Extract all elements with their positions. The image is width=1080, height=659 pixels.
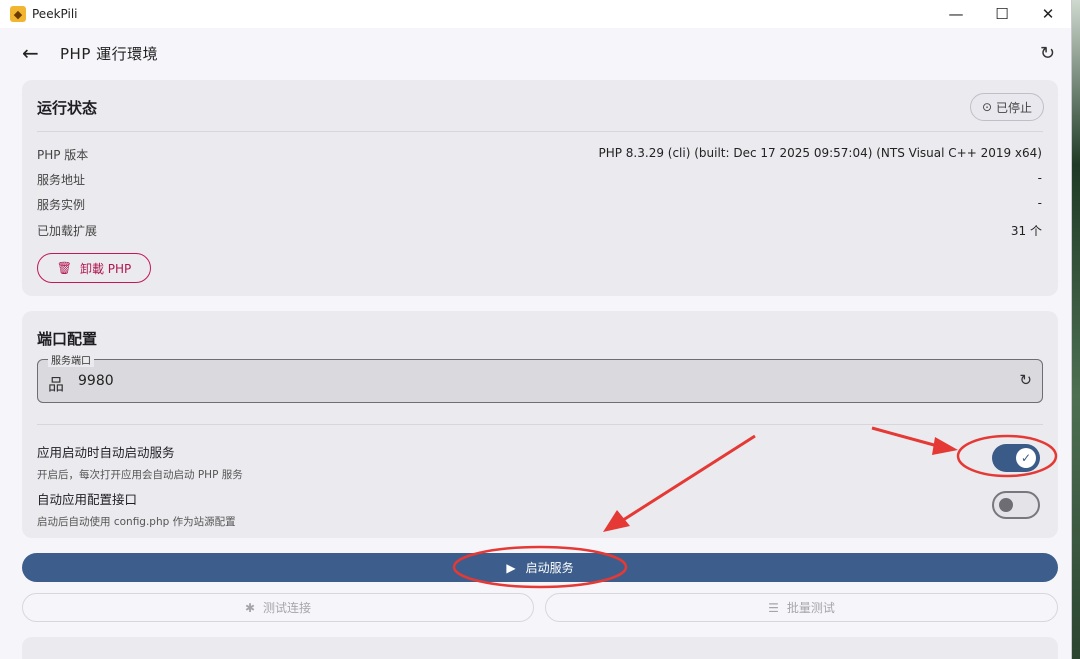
auto-start-setting: 应用启动时自动启动服务 开启后，每次打开应用会自动启动 PHP 服务 [37,442,243,482]
maximize-button[interactable]: ☐ [979,0,1025,28]
page-title: PHP 運行環境 [60,44,159,63]
setting-desc: 开启后，每次打开应用会自动启动 PHP 服务 [37,469,243,481]
uninstall-label: 卸載 PHP [79,261,132,276]
batch-label: 批量测试 [786,601,835,615]
port-input-value[interactable]: 9980 [78,373,114,389]
minimize-button[interactable]: — [933,0,979,28]
app-window: ◆ PeekPili — ☐ ✕ ← PHP 運行環境 ↻ 运行状态 ⊙ 已停止… [0,0,1072,659]
setting-title: 自动应用配置接口 [37,492,138,507]
port-field-label: 服务端口 [48,352,94,367]
toggle-knob [999,498,1013,512]
test-label: 测试连接 [263,601,312,615]
status-badge: ⊙ 已停止 [970,93,1044,121]
reset-port-icon[interactable]: ↻ [1019,371,1032,389]
info-label: PHP 版本 [37,148,89,162]
info-label: 已加载扩展 [37,224,98,238]
trash-icon: 🗑 [56,261,72,275]
play-icon: ▶ [506,560,516,575]
next-card-partial [22,637,1058,659]
info-value: - [1037,171,1042,185]
auto-config-toggle[interactable] [992,491,1040,519]
start-service-button[interactable]: ▶ 启动服务 [22,553,1058,582]
info-label: 服务地址 [37,173,86,187]
info-row-address: 服务地址 - [37,171,1042,188]
app-logo-icon: ◆ [10,6,26,22]
setting-title: 应用启动时自动启动服务 [37,445,175,460]
status-badge-label: 已停止 [996,100,1033,115]
auto-start-toggle[interactable]: ✓ [992,444,1040,472]
desktop-background [1072,0,1080,659]
info-value: PHP 8.3.29 (cli) (built: Dec 17 2025 09:… [598,146,1042,160]
port-card-title: 端口配置 [37,330,98,348]
test-connection-button[interactable]: ✱ 测试连接 [22,593,534,622]
app-title: PeekPili [32,7,78,21]
info-row-instance: 服务实例 - [37,196,1042,213]
info-value: 31 个 [1010,224,1042,238]
back-arrow-icon[interactable]: ← [22,41,46,65]
divider [37,131,1043,132]
refresh-icon[interactable]: ↻ [1040,43,1055,64]
info-row-php-version: PHP 版本 PHP 8.3.29 (cli) (built: Dec 17 2… [37,146,1042,163]
window-controls: — ☐ ✕ [933,0,1071,28]
close-button[interactable]: ✕ [1025,0,1071,28]
status-card-title: 运行状态 [37,99,98,117]
auto-config-setting: 自动应用配置接口 启动后自动使用 config.php 作为站源配置 [37,489,236,529]
divider [37,424,1043,425]
port-config-card: 端口配置 服务端口 品 9980 ↻ 应用启动时自动启动服务 开启后，每次打开应… [22,311,1058,538]
batch-test-button[interactable]: ☰ 批量测试 [545,593,1058,622]
status-card: 运行状态 ⊙ 已停止 PHP 版本 PHP 8.3.29 (cli) (buil… [22,80,1058,296]
network-icon: 品 [48,375,65,394]
bug-icon: ✱ [244,600,256,615]
info-value: - [1037,196,1042,210]
start-label: 启动服务 [525,561,574,575]
info-row-extensions: 已加载扩展 31 个 [37,222,1042,239]
title-bar: ◆ PeekPili — ☐ ✕ [0,0,1071,28]
setting-desc: 启动后自动使用 config.php 作为站源配置 [37,516,236,528]
page-header: ← PHP 運行環境 ↻ [0,28,1071,78]
check-icon: ✓ [1016,448,1036,468]
checklist-icon: ☰ [768,600,779,615]
info-label: 服务实例 [37,198,86,212]
uninstall-php-button[interactable]: 🗑 卸載 PHP [37,253,151,283]
stopped-icon: ⊙ [981,100,993,114]
port-input-field[interactable]: 服务端口 品 9980 ↻ [37,352,1043,403]
